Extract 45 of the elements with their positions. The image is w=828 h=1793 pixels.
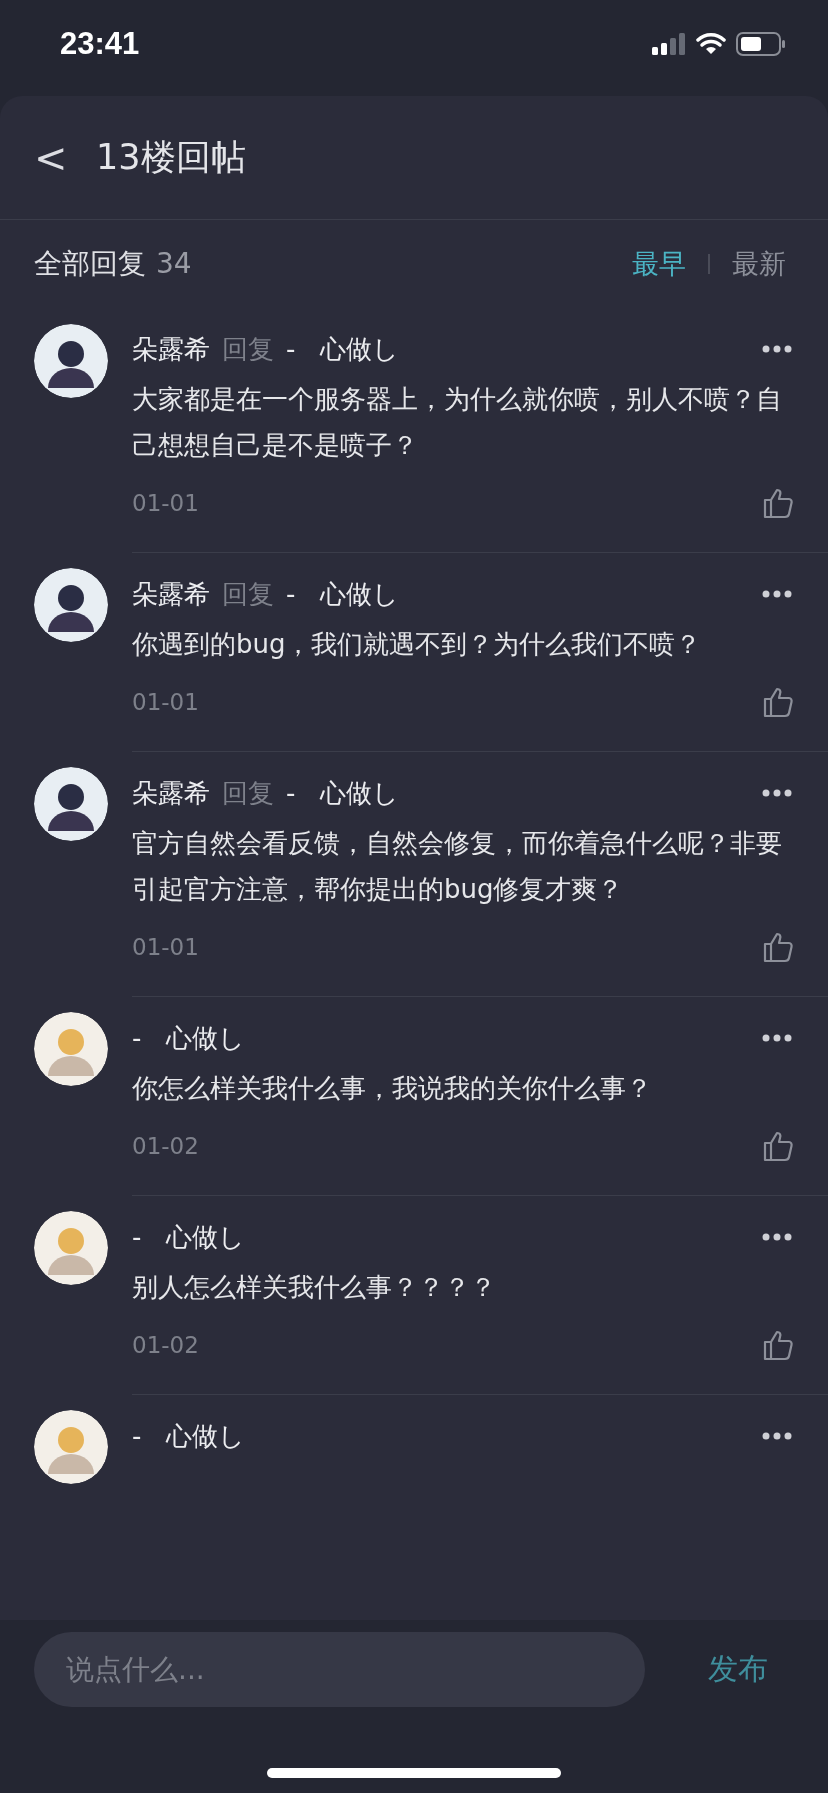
comment-text: 官方自然会看反馈，自然会修复，而你着急什么呢？非要引起官方注意，帮你提出的bug修复才爽？: [132, 827, 783, 906]
more-button[interactable]: [760, 1432, 794, 1440]
reply-label: 回复: [222, 776, 274, 810]
back-button[interactable]: <: [34, 137, 64, 178]
battery-icon: [736, 32, 786, 56]
comment-date: 01-01: [132, 490, 199, 516]
signal-icon: [652, 33, 686, 55]
clock: 23:41: [60, 26, 140, 62]
comment-text: 别人怎么样关我什么事？？？？: [132, 1271, 497, 1304]
reply-label: 回复: [222, 332, 274, 366]
like-button[interactable]: [762, 1329, 794, 1361]
sort-tab[interactable]: 最早: [632, 246, 686, 282]
author-name[interactable]: 朵露希: [132, 331, 210, 367]
reply-target-name[interactable]: - 心做し: [286, 775, 400, 811]
like-button[interactable]: [762, 1130, 794, 1162]
reply-count-label: 全部回复: [34, 246, 146, 282]
author-name[interactable]: - 心做し: [132, 1020, 246, 1056]
author-name[interactable]: - 心做し: [132, 1219, 246, 1255]
reply-label: 回复: [222, 577, 274, 611]
comment-date: 01-02: [132, 1332, 199, 1358]
comment-text: 你怎么样关我什么事，我说我的关你什么事？: [132, 1072, 653, 1105]
more-button[interactable]: [760, 1233, 794, 1241]
comment-date: 01-02: [132, 1133, 199, 1159]
page-title: 13楼回帖: [96, 136, 246, 179]
reply-target-name[interactable]: - 心做し: [286, 576, 400, 612]
sort-tab[interactable]: 最新: [732, 246, 786, 282]
more-button[interactable]: [760, 345, 794, 353]
more-button[interactable]: [760, 1034, 794, 1042]
comment-date: 01-01: [132, 934, 199, 960]
like-button[interactable]: [762, 686, 794, 718]
more-button[interactable]: [760, 590, 794, 598]
reply-count: 34: [156, 247, 192, 280]
author-name[interactable]: 朵露希: [132, 775, 210, 811]
wifi-icon: [696, 33, 726, 55]
comment-date: 01-01: [132, 689, 199, 715]
like-button[interactable]: [762, 487, 794, 519]
like-button[interactable]: [762, 931, 794, 963]
author-name[interactable]: 朵露希: [132, 576, 210, 612]
reply-target-name[interactable]: - 心做し: [286, 331, 400, 367]
comment-text: 你遇到的bug，我们就遇不到？为什么我们不喷？: [132, 628, 703, 661]
author-name[interactable]: - 心做し: [132, 1418, 246, 1454]
comment-input[interactable]: 说点什么...: [34, 1632, 645, 1707]
comment-text: 大家都是在一个服务器上，为什么就你喷，别人不喷？自己想想自己是不是喷子？: [132, 383, 783, 462]
send-button[interactable]: 发布: [708, 1632, 768, 1707]
more-button[interactable]: [760, 789, 794, 797]
